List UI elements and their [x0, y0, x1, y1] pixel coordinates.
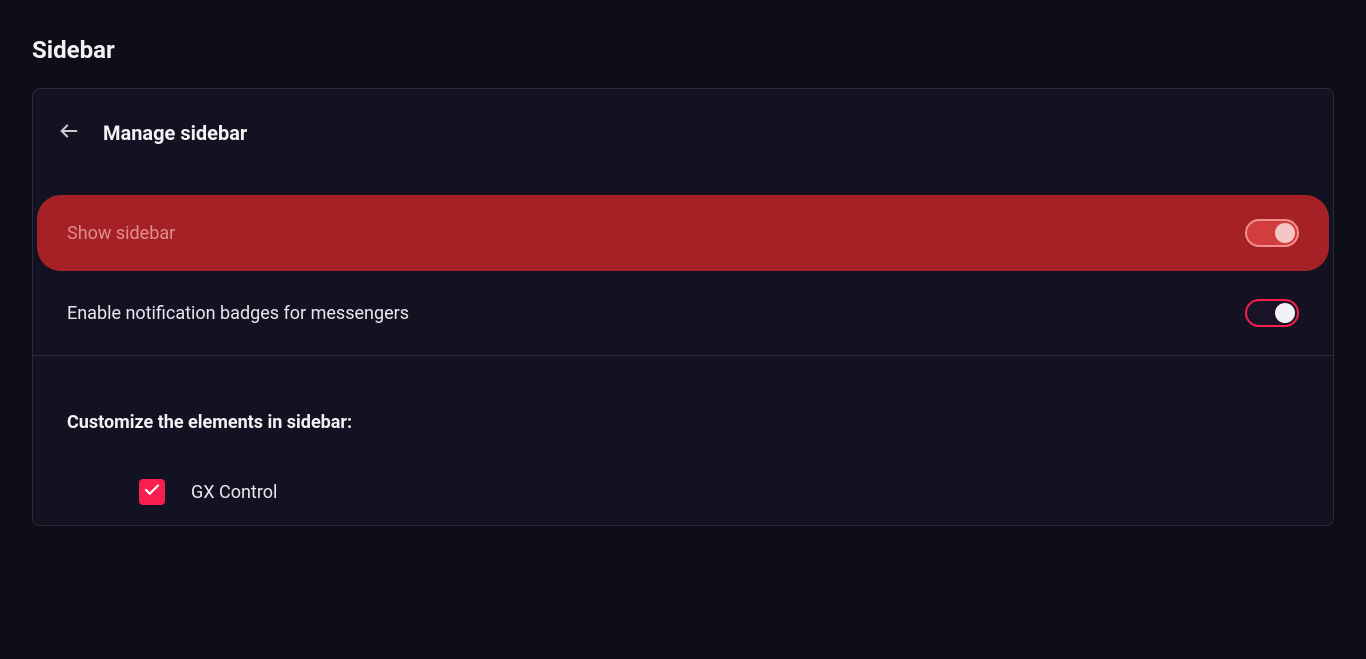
- customize-block: Customize the elements in sidebar: GX Co…: [33, 356, 1333, 525]
- show-sidebar-toggle[interactable]: [1245, 219, 1299, 247]
- check-icon: [143, 481, 161, 503]
- panel-title: Manage sidebar: [103, 121, 247, 145]
- section-title: Sidebar: [32, 36, 1334, 64]
- gx-control-checkbox[interactable]: [139, 479, 165, 505]
- gx-control-label: GX Control: [191, 482, 277, 503]
- customize-title: Customize the elements in sidebar:: [67, 412, 1299, 433]
- show-sidebar-label: Show sidebar: [67, 223, 175, 244]
- toggle-knob: [1275, 223, 1295, 243]
- back-button[interactable]: [53, 117, 85, 149]
- panel-header: Manage sidebar: [33, 89, 1333, 177]
- customize-item-gx-control[interactable]: GX Control: [67, 479, 1299, 505]
- enable-badges-toggle[interactable]: [1245, 299, 1299, 327]
- enable-badges-label: Enable notification badges for messenger…: [67, 303, 409, 324]
- enable-badges-row[interactable]: Enable notification badges for messenger…: [33, 271, 1333, 355]
- arrow-left-icon: [58, 120, 80, 146]
- manage-sidebar-panel: Manage sidebar Show sidebar Enable notif…: [32, 88, 1334, 526]
- toggle-knob: [1275, 303, 1295, 323]
- show-sidebar-row[interactable]: Show sidebar: [37, 195, 1329, 271]
